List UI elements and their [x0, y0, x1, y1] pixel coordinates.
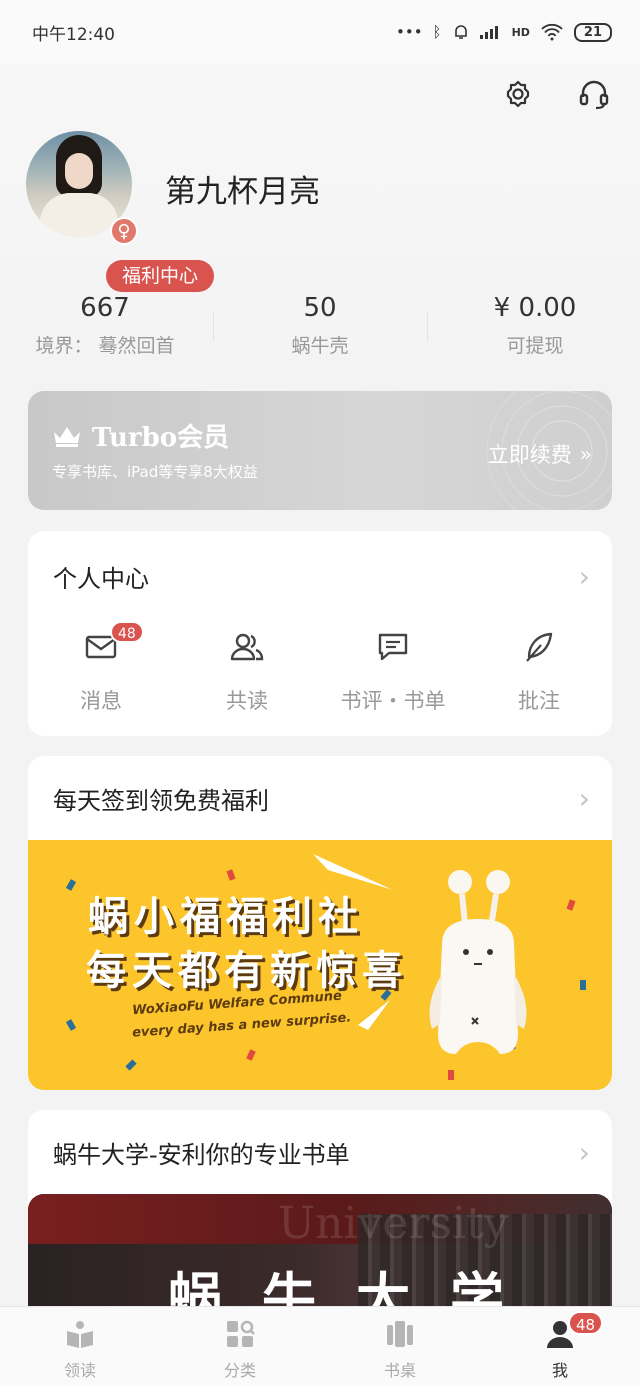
chevron-right-icon: ›: [578, 781, 590, 815]
feather-icon: [526, 632, 553, 662]
stat-label: 境界： 蓦然回首: [35, 335, 175, 357]
stats-row: 667 境界： 蓦然回首 50 蜗牛壳 ¥ 0.00 可提现: [0, 293, 640, 363]
status-icons: ••• ᛒ HD 21: [396, 22, 612, 42]
divider: [427, 311, 428, 341]
bluetooth-icon: ᛒ: [432, 23, 442, 41]
stat-level[interactable]: 667 境界： 蓦然回首: [0, 293, 210, 358]
book-open-icon: [67, 1321, 93, 1348]
turbo-title-text: Turbo会员: [92, 423, 230, 453]
stat-label: 蜗牛壳: [291, 335, 349, 357]
university-header[interactable]: 蜗牛大学-安利你的专业书单 ›: [28, 1110, 612, 1194]
snail-mascot-illustration: [429, 870, 527, 1054]
comment-icon: [378, 633, 408, 661]
hd-signal-text: HD: [511, 25, 530, 39]
stat-value: 667: [80, 293, 130, 323]
banner-watermark: University: [278, 1198, 509, 1249]
tab-me[interactable]: 48 我: [480, 1311, 640, 1381]
university-banner[interactable]: University 蜗牛大学: [28, 1194, 612, 1306]
status-bar: 中午12:40 ••• ᛒ HD 21: [0, 0, 640, 64]
category-grid-icon: [227, 1320, 255, 1347]
tab-bookshelf[interactable]: 书桌: [320, 1317, 480, 1381]
renew-label: 立即续费: [487, 443, 572, 467]
stat-value: 50: [303, 293, 337, 323]
header-actions: [500, 76, 612, 112]
annotations-entry[interactable]: 批注: [466, 627, 612, 715]
turbo-title: Turbo会员: [52, 417, 229, 454]
co-reading-entry[interactable]: 共读: [174, 627, 320, 715]
crown-icon: [54, 426, 80, 447]
double-chevron-right-icon: »: [579, 442, 592, 466]
bookshelf-icon: [387, 1321, 413, 1347]
message-count-badge: 48: [110, 621, 144, 643]
personal-center-card: 个人中心 › 48 消息 共读 书评・书单 批注: [28, 531, 612, 736]
tab-label: 书桌: [383, 1361, 416, 1380]
chevron-right-icon: ›: [578, 1135, 590, 1169]
card-title: 个人中心: [53, 564, 149, 593]
welfare-center-tag[interactable]: 福利中心: [106, 260, 215, 292]
female-icon: ♀: [110, 217, 138, 245]
users-icon: [230, 633, 264, 661]
card-title: 蜗牛大学-安利你的专业书单: [53, 1140, 350, 1169]
gear-icon: [506, 80, 530, 108]
turbo-subtitle: 专享书库、iPad等专享8大权益: [52, 463, 258, 481]
bottom-tab-bar: 领读 分类 书桌 48 我: [0, 1306, 640, 1386]
more-dots-icon: •••: [396, 23, 423, 41]
personal-center-icons: 48 消息 共读 书评・书单 批注: [28, 621, 612, 727]
tab-categories[interactable]: 分类: [160, 1317, 320, 1381]
tab-lead-reading[interactable]: 领读: [0, 1317, 160, 1381]
icon-label: 批注: [518, 689, 560, 713]
stat-value: ¥ 0.00: [493, 293, 577, 323]
banner-title: 蜗牛大学: [168, 1267, 544, 1306]
checkin-card: 每天签到领免费福利 › 蜗小福福利社 每天都有新惊喜 WoXiaoFu Welf…: [28, 756, 612, 1090]
turbo-member-card[interactable]: Turbo会员 专享书库、iPad等专享8大权益 立即续费 »: [28, 391, 612, 510]
wifi-icon: [541, 23, 563, 41]
customer-service-button[interactable]: [576, 76, 612, 112]
headset-icon: [579, 80, 609, 110]
notification-badge: 48: [568, 1311, 604, 1335]
tab-label: 我: [551, 1361, 568, 1380]
stat-label: 可提现: [506, 335, 564, 357]
banner-subheadline: 每天都有新惊喜: [86, 948, 408, 994]
tab-label: 分类: [223, 1361, 256, 1380]
tab-label: 领读: [63, 1361, 96, 1380]
reviews-booklists-entry[interactable]: 书评・书单: [320, 627, 466, 715]
banner-headline: 蜗小福福利社: [88, 894, 364, 940]
stat-withdrawable[interactable]: ¥ 0.00 可提现: [430, 293, 640, 358]
icon-label: 共读: [226, 689, 268, 713]
bell-icon: [454, 25, 467, 39]
username[interactable]: 第九杯月亮: [165, 166, 320, 211]
divider: [213, 311, 214, 341]
battery-indicator: 21: [573, 22, 612, 42]
messages-entry[interactable]: 48 消息: [28, 621, 174, 715]
icon-label: 消息: [80, 689, 122, 713]
card-title: 每天签到领免费福利: [53, 786, 269, 815]
checkin-banner[interactable]: 蜗小福福利社 每天都有新惊喜 WoXiaoFu Welfare Commune …: [28, 840, 612, 1090]
snail-university-card: 蜗牛大学-安利你的专业书单 › University 蜗牛大学: [28, 1110, 612, 1306]
personal-center-header[interactable]: 个人中心 ›: [28, 531, 612, 621]
signal-icon: [479, 26, 498, 39]
renew-button[interactable]: 立即续费 »: [488, 439, 592, 469]
icon-label: 书评・书单: [340, 689, 446, 713]
stat-snail-shell[interactable]: 50 蜗牛壳: [215, 293, 425, 358]
settings-button[interactable]: [500, 76, 536, 112]
chevron-right-icon: ›: [578, 559, 590, 593]
status-time: 中午12:40: [32, 24, 115, 45]
checkin-header[interactable]: 每天签到领免费福利 ›: [28, 756, 612, 840]
